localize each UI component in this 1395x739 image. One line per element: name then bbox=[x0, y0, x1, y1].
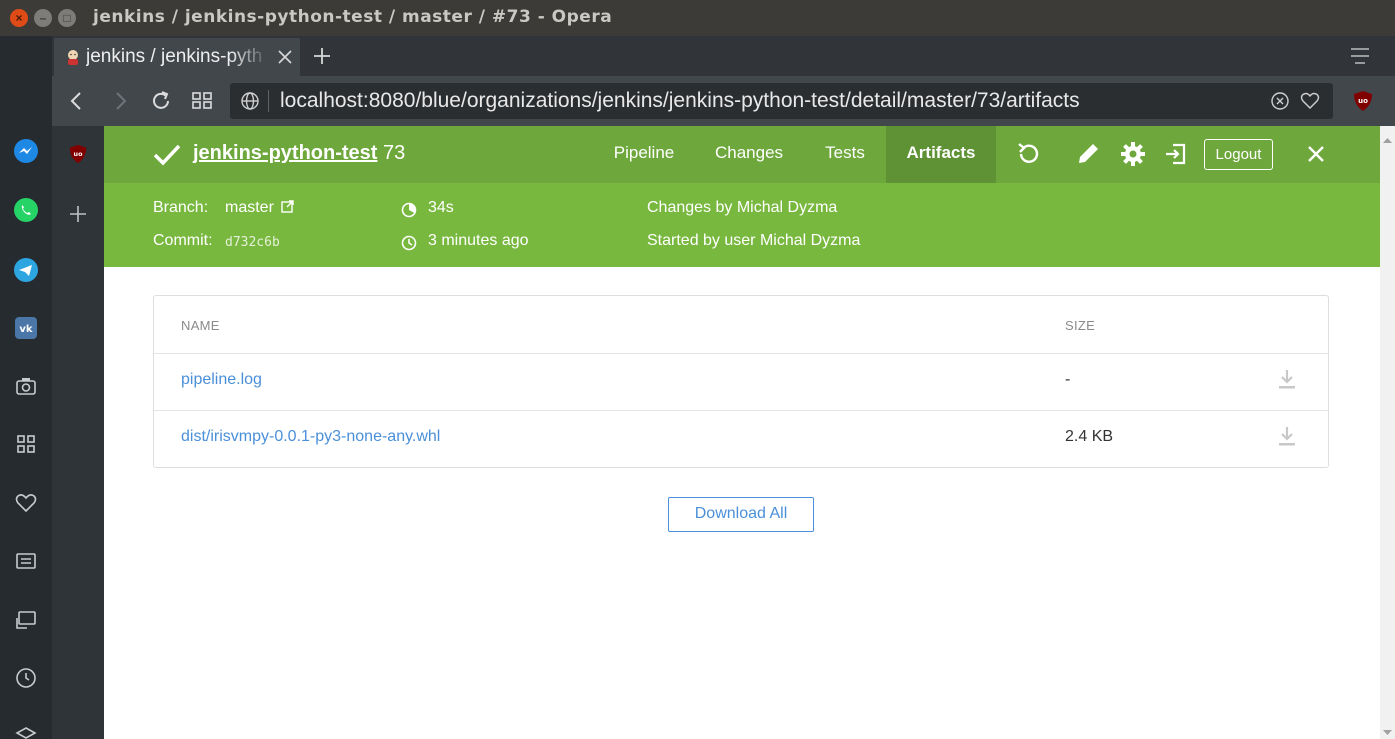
browser-toolbar: localhost:8080/blue/organizations/jenkin… bbox=[52, 76, 1395, 126]
url-text[interactable]: localhost:8080/blue/organizations/jenkin… bbox=[280, 89, 1080, 113]
whatsapp-icon[interactable] bbox=[12, 196, 40, 224]
telegram-icon[interactable] bbox=[12, 256, 40, 284]
heart-icon[interactable] bbox=[12, 489, 40, 517]
column-header-name: NAME bbox=[181, 318, 220, 333]
window-titlebar: × – □ jenkins / jenkins-python-test / ma… bbox=[0, 0, 1395, 36]
speed-dial-icon[interactable] bbox=[12, 430, 40, 458]
column-header-size: SIZE bbox=[1065, 318, 1096, 333]
globe-icon bbox=[240, 91, 260, 111]
pipeline-name-link[interactable]: jenkins-python-test bbox=[193, 142, 377, 164]
opera-sidebar: vk bbox=[0, 36, 52, 739]
back-icon[interactable] bbox=[64, 88, 90, 114]
logout-button[interactable]: Logout bbox=[1204, 139, 1273, 170]
window-maximize-button[interactable]: □ bbox=[58, 9, 76, 27]
clear-url-icon[interactable] bbox=[1270, 91, 1290, 111]
reload-icon[interactable] bbox=[148, 88, 174, 114]
artifact-size: 2.4 KB bbox=[1065, 428, 1114, 445]
artifact-size: - bbox=[1065, 371, 1071, 388]
success-check-icon bbox=[152, 142, 182, 168]
bookmark-heart-icon[interactable] bbox=[1300, 91, 1320, 111]
edit-pencil-icon[interactable] bbox=[1074, 140, 1102, 168]
branch-name: master bbox=[225, 199, 274, 216]
tab-strip: jenkins / jenkins-pyth bbox=[52, 36, 1395, 76]
commit-label: Commit: bbox=[153, 232, 213, 249]
tab-close-icon[interactable] bbox=[274, 46, 296, 68]
tab-changes[interactable]: Changes bbox=[704, 126, 794, 183]
extensions-icon[interactable] bbox=[12, 722, 40, 739]
artifact-link[interactable]: dist/irisvmpy-0.0.1-py3-none-any.whl bbox=[181, 428, 440, 446]
window-minimize-button[interactable]: – bbox=[34, 9, 52, 27]
new-tab-plus-icon[interactable] bbox=[310, 44, 334, 68]
history-icon[interactable] bbox=[12, 664, 40, 692]
url-path: :8080/blue/organizations/jenkins/jenkins… bbox=[362, 89, 1080, 112]
run-title: jenkins-python-test 73 bbox=[193, 142, 405, 165]
tab-grid-icon[interactable] bbox=[190, 88, 216, 114]
vk-icon[interactable]: vk bbox=[12, 314, 40, 342]
page-viewport: uo jenkins-python-test 73 Pipeline Chang… bbox=[52, 126, 1395, 739]
artifact-link[interactable]: pipeline.log bbox=[181, 371, 262, 389]
rerun-icon[interactable] bbox=[1014, 140, 1042, 168]
row-divider bbox=[154, 410, 1328, 411]
svg-text:uo: uo bbox=[1358, 97, 1368, 105]
run-header-top: jenkins-python-test 73 Pipeline Changes … bbox=[104, 126, 1380, 183]
jenkins-favicon-icon bbox=[64, 48, 82, 66]
address-bar[interactable]: localhost:8080/blue/organizations/jenkin… bbox=[230, 83, 1333, 119]
tab-artifacts[interactable]: Artifacts bbox=[886, 126, 996, 183]
ublock-origin-icon[interactable]: uo bbox=[1352, 90, 1374, 112]
run-time-ago: 3 minutes ago bbox=[428, 232, 529, 249]
scroll-up-icon[interactable] bbox=[1383, 132, 1392, 143]
run-number: 73 bbox=[383, 142, 406, 164]
run-header-details: Branch: master Commit: d732c6b 34s 3 min… bbox=[104, 183, 1380, 267]
commit-hash: d732c6b bbox=[225, 235, 280, 250]
download-icon[interactable] bbox=[1278, 368, 1296, 390]
tab-jenkins[interactable]: jenkins / jenkins-pyth bbox=[54, 38, 300, 76]
vertical-scrollbar[interactable] bbox=[1380, 126, 1395, 739]
go-to-classic-icon[interactable] bbox=[1162, 140, 1190, 168]
extension-strip: uo bbox=[52, 126, 104, 739]
window-close-button[interactable]: × bbox=[10, 9, 28, 27]
messenger-icon[interactable] bbox=[12, 137, 40, 165]
branch-label: Branch: bbox=[153, 199, 209, 216]
download-icon[interactable] bbox=[1278, 425, 1296, 447]
settings-gear-icon[interactable] bbox=[1119, 140, 1147, 168]
download-all-button[interactable]: Download All bbox=[668, 497, 814, 532]
camera-icon[interactable] bbox=[12, 372, 40, 400]
tab-pipeline[interactable]: Pipeline bbox=[594, 126, 694, 183]
close-icon: × bbox=[15, 11, 23, 25]
jenkins-blue-ocean-page: jenkins-python-test 73 Pipeline Changes … bbox=[104, 126, 1380, 739]
my-flow-icon[interactable] bbox=[12, 606, 40, 634]
add-panel-plus-icon[interactable] bbox=[66, 202, 90, 226]
scroll-down-icon[interactable] bbox=[1383, 724, 1392, 735]
close-run-icon[interactable] bbox=[1302, 140, 1330, 168]
duration-icon bbox=[401, 202, 417, 218]
news-icon[interactable] bbox=[12, 547, 40, 575]
tab-tests[interactable]: Tests bbox=[804, 126, 886, 183]
row-divider bbox=[154, 353, 1328, 354]
window-title: jenkins / jenkins-python-test / master /… bbox=[93, 7, 613, 27]
changes-by: Changes by Michal Dyzma bbox=[647, 199, 838, 216]
url-host: localhost bbox=[280, 89, 363, 112]
tab-title-fade bbox=[230, 38, 270, 76]
run-duration: 34s bbox=[428, 199, 454, 216]
branch-value[interactable]: master bbox=[225, 199, 295, 217]
clock-icon bbox=[401, 235, 417, 251]
svg-text:uo: uo bbox=[74, 151, 84, 158]
url-separator bbox=[268, 90, 269, 112]
maximize-icon: □ bbox=[63, 11, 71, 25]
forward-icon[interactable] bbox=[107, 88, 133, 114]
started-by: Started by user Michal Dyzma bbox=[647, 232, 861, 249]
svg-text:vk: vk bbox=[19, 324, 33, 335]
ublock-origin-sidebar-icon[interactable]: uo bbox=[68, 144, 88, 164]
tab-menu-icon[interactable] bbox=[1348, 45, 1372, 67]
external-link-icon[interactable] bbox=[281, 200, 295, 213]
artifacts-table: NAME SIZE pipeline.log - dist/irisvmpy-0… bbox=[153, 295, 1329, 468]
minimize-icon: – bbox=[39, 11, 47, 25]
